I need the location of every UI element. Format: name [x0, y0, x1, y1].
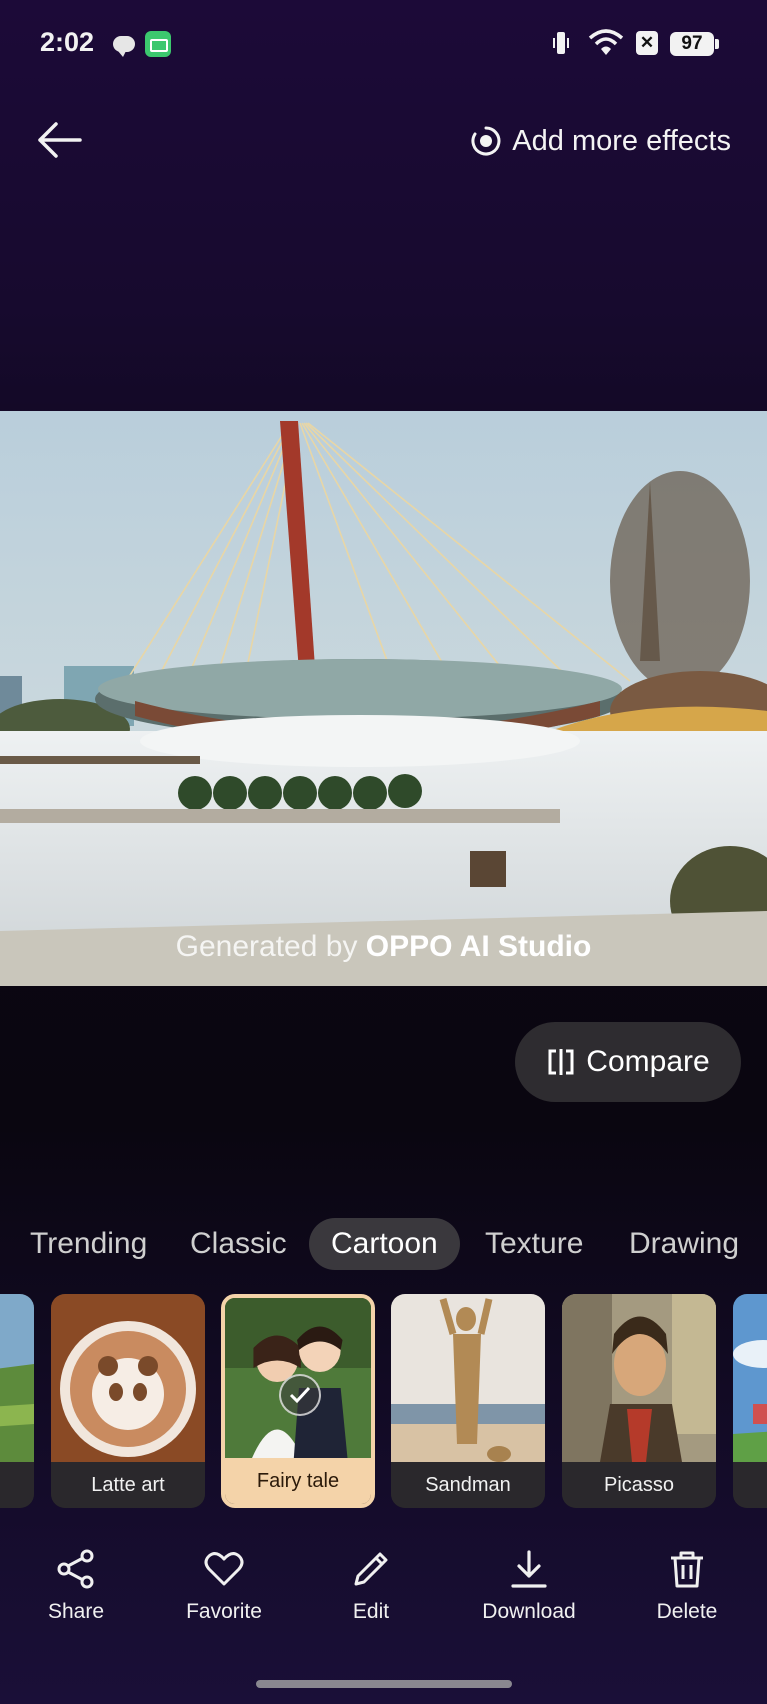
effect-label [733, 1462, 767, 1508]
arrow-left-icon [38, 122, 82, 158]
watermark-prefix: Generated by [175, 930, 366, 963]
compare-button[interactable]: Compare [515, 1022, 741, 1102]
add-more-effects-button[interactable]: Add more effects [470, 120, 731, 162]
effect-category-tabs: Trending Classic Cartoon Texture Drawing [0, 1218, 767, 1278]
add-more-effects-label: Add more effects [512, 124, 731, 157]
favorite-label: Favorite [186, 1600, 262, 1623]
effect-card-latte-art[interactable]: Latte art [51, 1294, 205, 1508]
generated-photo[interactable] [0, 411, 767, 986]
no-sim-icon: ✕ [636, 31, 658, 55]
wifi-icon [588, 29, 624, 55]
tab-texture[interactable]: Texture [463, 1218, 605, 1270]
selected-check-icon [279, 1374, 321, 1416]
effect-circle-icon [471, 126, 501, 156]
effect-label [0, 1462, 34, 1508]
effect-thumbnail [733, 1294, 767, 1462]
effect-card-picasso[interactable]: Picasso [562, 1294, 716, 1508]
share-label: Share [47, 1600, 105, 1623]
message-app-notification-icon [145, 31, 171, 57]
vibrate-icon [553, 32, 569, 54]
back-button[interactable] [34, 114, 86, 166]
chat-notification-icon [113, 36, 135, 57]
effect-label: Latte art [51, 1462, 205, 1508]
share-button[interactable]: Share [16, 1548, 136, 1624]
tab-drawing[interactable]: Drawing [607, 1218, 761, 1270]
share-icon [57, 1549, 94, 1589]
latte-art-thumbnail [51, 1294, 205, 1462]
effect-label: Sandman [391, 1462, 545, 1508]
effect-card-sandman[interactable]: Sandman [391, 1294, 545, 1508]
home-indicator[interactable] [256, 1680, 512, 1688]
compare-split-icon [548, 1049, 574, 1075]
delete-button[interactable]: Delete [627, 1548, 747, 1624]
edit-label: Edit [352, 1600, 390, 1623]
compare-label: Compare [586, 1045, 710, 1078]
effect-card-fairy-tale[interactable]: Fairy tale [221, 1294, 375, 1508]
bottom-toolbar: Share Favorite Edit Download Delete [0, 1548, 767, 1638]
tab-cartoon[interactable]: Cartoon [309, 1218, 460, 1270]
effect-thumbnail [0, 1294, 34, 1462]
picasso-thumbnail [562, 1294, 716, 1462]
favorite-button[interactable]: Favorite [164, 1548, 284, 1624]
ai-watermark: Generated by OPPO AI Studio [0, 930, 767, 964]
pencil-icon [354, 1552, 388, 1586]
download-button[interactable]: Download [469, 1548, 589, 1624]
download-icon [511, 1550, 547, 1588]
effect-label: Fairy tale [225, 1458, 371, 1504]
tab-trending[interactable]: Trending [8, 1218, 169, 1270]
watermark-brand: OPPO AI Studio [365, 930, 592, 963]
tab-classic[interactable]: Classic [168, 1218, 309, 1270]
effect-card-partial-left[interactable] [0, 1294, 34, 1508]
effect-carousel: Latte art Fairy tale Sandman Picasso [0, 1294, 767, 1510]
download-label: Download [482, 1600, 576, 1623]
trash-icon [671, 1551, 703, 1588]
battery-indicator: 97 [670, 32, 719, 56]
edit-button[interactable]: Edit [311, 1548, 431, 1624]
delete-label: Delete [656, 1600, 718, 1623]
sandman-thumbnail [391, 1294, 545, 1462]
heart-icon [204, 1552, 244, 1586]
effect-label: Picasso [562, 1462, 716, 1508]
effect-card-partial-right[interactable] [733, 1294, 767, 1508]
status-bar: 2:02 ✕ 97 [0, 0, 767, 90]
status-time: 2:02 [40, 27, 95, 57]
